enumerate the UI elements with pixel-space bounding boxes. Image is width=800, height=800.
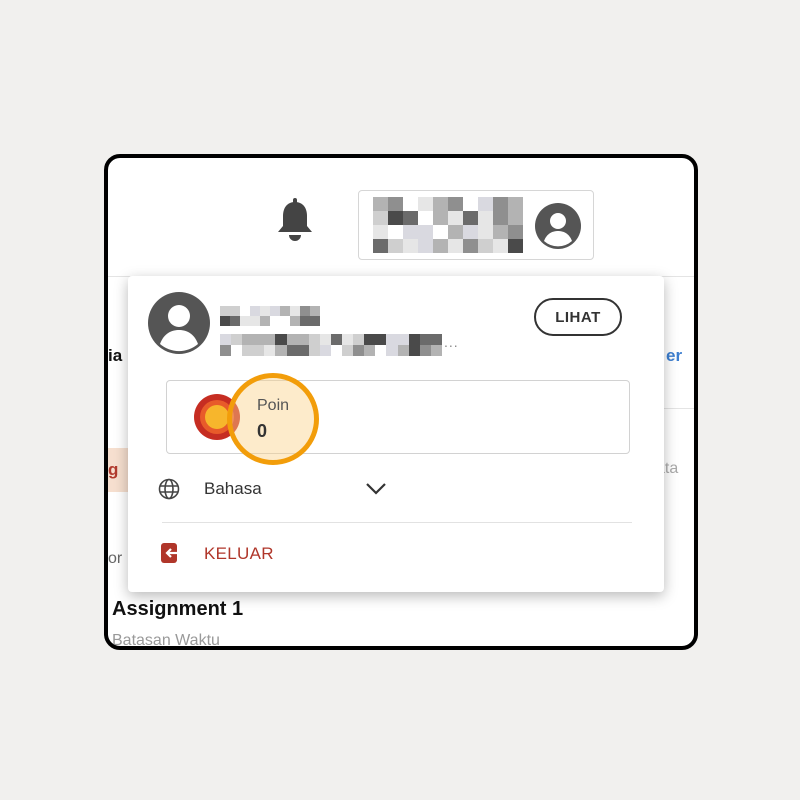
avatar-icon bbox=[148, 292, 210, 354]
logout-icon bbox=[161, 543, 177, 563]
chevron-down-icon[interactable] bbox=[364, 478, 388, 498]
profile-dropdown-menu: ... LIHAT Poin 0 Bahasa KELUAR bbox=[128, 276, 664, 592]
email-ellipsis: ... bbox=[444, 334, 459, 350]
points-value: 0 bbox=[257, 421, 268, 441]
points-label: Poin bbox=[257, 397, 290, 414]
bell-icon[interactable] bbox=[274, 198, 316, 244]
background-text-fragment-left: or bbox=[108, 550, 123, 567]
redacted-user-email bbox=[220, 334, 442, 356]
logout-button[interactable]: KELUAR bbox=[158, 534, 358, 574]
redacted-username bbox=[373, 197, 523, 253]
logout-label: KELUAR bbox=[204, 544, 274, 563]
avatar-icon bbox=[535, 203, 581, 249]
background-link-fragment[interactable]: er bbox=[666, 346, 682, 366]
background-tag-fragment: g bbox=[108, 448, 130, 492]
redacted-user-name bbox=[220, 306, 320, 326]
app-window: ia er g ata or Assignment 1 Batasan Wakt… bbox=[104, 154, 698, 650]
view-profile-button[interactable]: LIHAT bbox=[534, 298, 622, 336]
assignment-title[interactable]: Assignment 1 bbox=[112, 598, 243, 621]
points-highlight-circle bbox=[227, 373, 319, 465]
assignment-subtitle: Batasan Waktu bbox=[112, 632, 220, 649]
language-selector[interactable]: Bahasa bbox=[158, 474, 398, 504]
menu-divider bbox=[162, 522, 632, 523]
background-heading-fragment: ia bbox=[108, 346, 123, 365]
globe-icon bbox=[158, 478, 180, 500]
language-label: Bahasa bbox=[204, 479, 262, 498]
user-profile-chip[interactable] bbox=[358, 190, 594, 260]
points-card[interactable]: Poin 0 bbox=[166, 373, 630, 465]
